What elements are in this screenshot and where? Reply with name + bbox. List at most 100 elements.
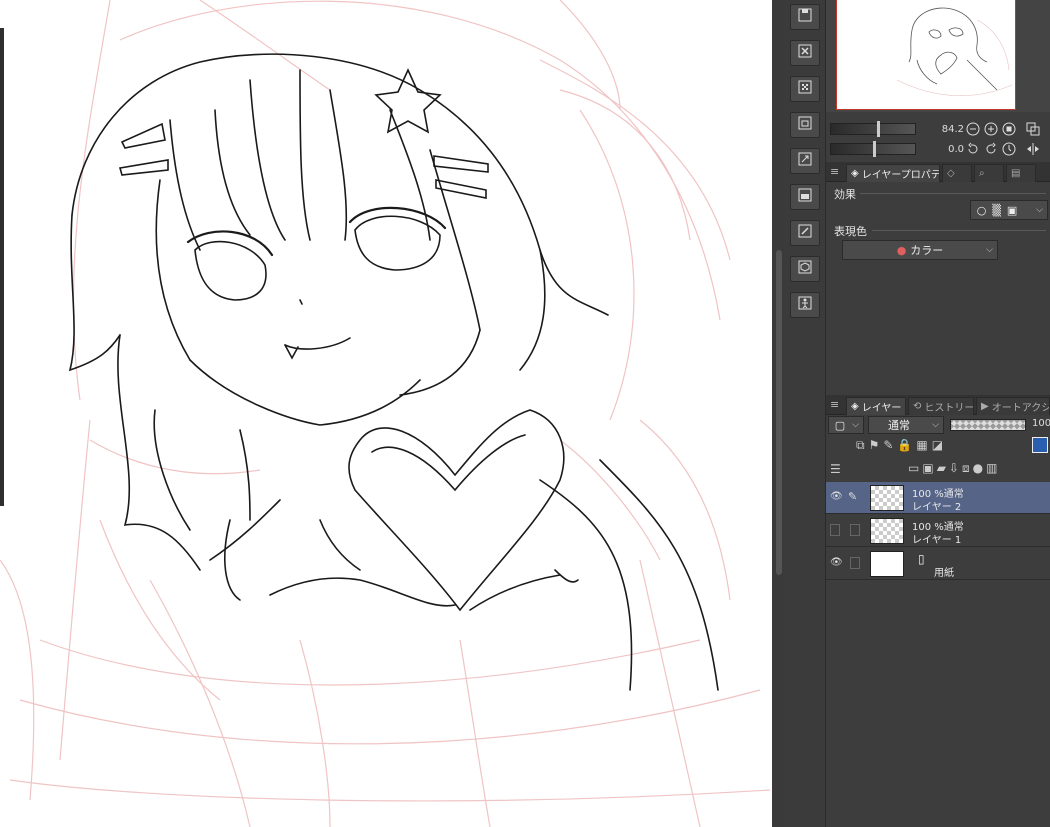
- flip-horizontal-icon[interactable]: [1026, 142, 1040, 156]
- eye-icon[interactable]: 👁: [830, 491, 843, 503]
- chevron-down-icon: ⌵: [1036, 205, 1043, 215]
- save-button[interactable]: [790, 4, 820, 30]
- layer-list-toggle-icon[interactable]: ☰: [830, 462, 841, 476]
- layers-icon: ◈: [851, 168, 859, 179]
- zoom-row: 84.2: [826, 120, 1050, 138]
- chevron-down-icon: ⌵: [852, 420, 859, 430]
- print-button[interactable]: [790, 184, 820, 210]
- layer-thumbnail: [870, 518, 904, 544]
- 3d-button[interactable]: [790, 256, 820, 282]
- resize-icon: [797, 151, 813, 171]
- scroll-thumb[interactable]: [776, 250, 782, 575]
- merge-down-icon: ⧈: [961, 461, 973, 475]
- effect-label: 効果: [834, 188, 856, 201]
- navigator-preview-art: [896, 7, 1013, 96]
- effect-selector[interactable]: ○▒▣ ⌵: [970, 200, 1048, 220]
- visibility-toggle[interactable]: [830, 524, 840, 536]
- tab-layer-property[interactable]: ◈ レイヤープロパティ: [846, 164, 940, 182]
- zoom-out-icon[interactable]: [966, 122, 980, 136]
- tab-history[interactable]: ⟲ ヒストリー: [908, 397, 974, 415]
- zoom-in-icon[interactable]: [984, 122, 998, 136]
- auto-action-icon: ▶: [981, 401, 989, 412]
- reference-icon: ⚑: [868, 438, 884, 452]
- property-tabbar: ≡ ◈ レイヤープロパティ ◇ ⌕ ▤: [826, 162, 1050, 182]
- blend-mode-dropdown[interactable]: 通常 ⌵: [868, 416, 944, 434]
- rotate-left-icon[interactable]: [966, 142, 980, 156]
- transfer-down-icon: ⇩: [948, 461, 962, 475]
- command-bar: [784, 0, 826, 827]
- close-file-icon: [797, 43, 813, 63]
- tool-icon: ◇: [947, 168, 955, 179]
- layer-row-1[interactable]: 100 %通常 レイヤー 1: [826, 515, 1050, 547]
- search-icon: ⌕: [979, 168, 985, 179]
- tab-auto-action[interactable]: ▶ オートアクション: [976, 397, 1050, 415]
- layer-thumbnail: [870, 551, 904, 577]
- rotate-right-icon[interactable]: [984, 142, 998, 156]
- actual-size-icon[interactable]: [1026, 122, 1040, 136]
- tab-layers[interactable]: ◈ レイヤー: [846, 397, 906, 415]
- eye-icon[interactable]: 👁: [830, 557, 843, 569]
- layer-color-dropdown[interactable]: ▢ ⌵: [828, 416, 864, 434]
- layer-action-toolbar[interactable]: ▭▣▰⇩⧈●▥: [908, 461, 1000, 476]
- pose-button[interactable]: [790, 292, 820, 318]
- clip-icon: ⧉: [856, 438, 869, 452]
- tone-icon: [797, 79, 813, 99]
- line-art: [68, 53, 719, 691]
- opacity-slider[interactable]: [950, 419, 1026, 431]
- expression-color-label: 表現色: [834, 225, 867, 238]
- edit-target-toggle[interactable]: [850, 524, 860, 536]
- layer-lock-toolbar[interactable]: ⧉⚑✎🔒▦◪: [856, 438, 947, 453]
- export-button[interactable]: [790, 112, 820, 138]
- delete-layer-icon: ▥: [986, 461, 1001, 475]
- layer-row-2[interactable]: 👁 ✎ 100 %通常 レイヤー 2: [826, 482, 1050, 514]
- lock-alpha-icon: ▦: [916, 438, 932, 452]
- opacity-value: 100: [1032, 418, 1050, 429]
- fit-view-icon[interactable]: [1002, 122, 1016, 136]
- mask-icon: ◪: [931, 438, 948, 452]
- export-icon: [797, 115, 813, 135]
- expression-color-dropdown[interactable]: ● カラー ⌵: [842, 240, 998, 260]
- zoom-value: 84.2: [941, 123, 964, 135]
- print-icon: [797, 187, 813, 207]
- close-file-button[interactable]: [790, 40, 820, 66]
- reset-rotation-icon[interactable]: [1002, 142, 1016, 156]
- save-icon: [797, 7, 813, 27]
- tab-tool-property[interactable]: ◇: [942, 164, 972, 182]
- layer-name: レイヤー 1: [912, 535, 962, 546]
- zoom-slider[interactable]: [830, 121, 916, 137]
- navigator-panel: [826, 0, 1050, 112]
- info-icon: ▤: [1011, 168, 1021, 179]
- edit-target-toggle[interactable]: [850, 557, 860, 569]
- layer-name: レイヤー 2: [912, 502, 962, 513]
- rotate-slider[interactable]: [830, 141, 916, 157]
- new-folder-icon: ▰: [936, 461, 949, 475]
- tone-button[interactable]: [790, 76, 820, 102]
- 3d-icon: [797, 259, 813, 279]
- layer-thumbnail: [870, 485, 904, 511]
- chevron-down-icon: ⌵: [932, 420, 939, 430]
- lock-icon: 🔒: [897, 438, 917, 452]
- layer-name: 用紙: [934, 568, 954, 579]
- right-panel: 84.2 0.0 ≡ ◈ レイヤープロパティ ◇ ⌕ ▤ 効果 ○▒▣ ⌵ 表現…: [826, 0, 1050, 827]
- divider: [860, 193, 1046, 194]
- tab-search[interactable]: ⌕: [974, 164, 1004, 182]
- layer-color-button[interactable]: [1032, 437, 1048, 453]
- artwork: [0, 0, 771, 827]
- square-icon: ▢: [834, 418, 846, 432]
- drawing-canvas[interactable]: [0, 0, 772, 827]
- left-edge-bar: [0, 28, 4, 506]
- menu-icon[interactable]: ≡: [830, 165, 840, 178]
- layer-row-paper[interactable]: 👁 ▯ 用紙: [826, 548, 1050, 580]
- menu-icon[interactable]: ≡: [830, 398, 840, 411]
- tab-info[interactable]: ▤: [1006, 164, 1036, 182]
- history-icon: ⟲: [913, 401, 922, 412]
- navigator-preview[interactable]: [836, 0, 1016, 110]
- rough-sketch: [0, 0, 771, 827]
- paper-icon: ▯: [918, 552, 925, 566]
- edit-button[interactable]: [790, 220, 820, 246]
- resize-button[interactable]: [790, 148, 820, 174]
- new-vector-layer-icon: ▣: [922, 461, 937, 475]
- layer-tabbar: ≡ ◈ レイヤー ⟲ ヒストリー ▶ オートアクション: [826, 395, 1050, 415]
- color-mode-icon: ●: [896, 243, 907, 257]
- chevron-down-icon: ⌵: [986, 245, 993, 255]
